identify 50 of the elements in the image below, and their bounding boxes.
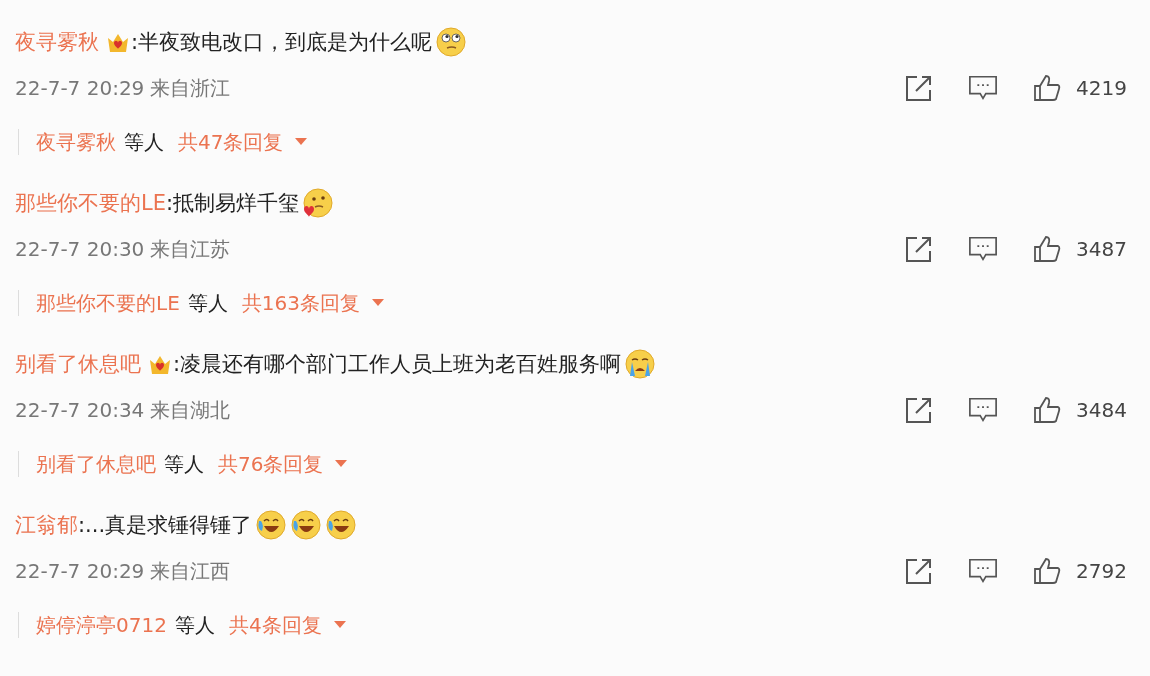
username-link[interactable]: 别看了休息吧: [15, 350, 141, 378]
caret-icon[interactable]: [295, 138, 308, 146]
thumbs-up-icon[interactable]: [1032, 556, 1062, 586]
reply-username-link[interactable]: 婷停渟亭0712: [36, 611, 167, 639]
comment-text: :...真是求锤得锤了: [78, 512, 253, 539]
emoji-laughing-icon: [325, 509, 358, 541]
reply-count-link[interactable]: 共4条回复: [228, 611, 322, 639]
comment-location: 来自浙江: [150, 74, 231, 102]
share-icon[interactable]: [904, 556, 934, 586]
reply-count-link[interactable]: 共76条回复: [218, 450, 324, 478]
caret-icon[interactable]: [335, 460, 348, 468]
emoji-laughing-icon: [255, 509, 288, 541]
reply-label: 等人: [164, 450, 204, 478]
username-link[interactable]: 那些你不要的LE: [15, 189, 166, 217]
emoji-laughing-icon: [290, 509, 323, 541]
caret-icon[interactable]: [333, 621, 346, 629]
emoji-crying-icon: [624, 348, 657, 380]
reply-label: 等人: [174, 611, 215, 639]
reply-count-link[interactable]: 共163条回复: [241, 289, 360, 317]
thumbs-up-icon[interactable]: [1032, 73, 1062, 103]
like-count: 2792: [1076, 559, 1128, 583]
like-count: 4219: [1076, 76, 1128, 100]
reply-label: 等人: [124, 128, 164, 156]
reply-username-link[interactable]: 别看了休息吧: [36, 450, 156, 478]
share-icon[interactable]: [904, 73, 934, 103]
comment-text: :凌晨还有哪个部门工作人员上班为老百姓服务啊: [173, 351, 622, 378]
comment-time: 22-7-7 20:29: [15, 76, 145, 100]
username-link[interactable]: 江翁郁: [15, 511, 78, 539]
comment-location: 来自江西: [150, 557, 231, 585]
reply-username-link[interactable]: 那些你不要的LE: [36, 289, 180, 317]
thumbs-up-icon[interactable]: [1032, 395, 1062, 425]
reply-username-link[interactable]: 夜寻雾秋: [36, 128, 116, 156]
thumbs-up-icon[interactable]: [1032, 234, 1062, 264]
reply-label: 等人: [187, 289, 228, 317]
comment-location: 来自江苏: [150, 235, 231, 263]
username-link[interactable]: 夜寻雾秋: [15, 28, 99, 56]
comment-time: 22-7-7 20:30: [15, 237, 145, 261]
reply-count-link[interactable]: 共47条回复: [178, 128, 284, 156]
comment-location: 来自湖北: [150, 396, 231, 424]
caret-icon[interactable]: [371, 299, 384, 307]
like-count: 3487: [1076, 237, 1128, 261]
like-count: 3484: [1076, 398, 1128, 422]
emoji-face-icon: [302, 187, 335, 219]
share-icon[interactable]: [904, 395, 934, 425]
emoji-face-icon: [435, 26, 468, 58]
comment-time: 22-7-7 20:29: [15, 559, 145, 583]
comment-text: :半夜致电改口，到底是为什么呢: [131, 29, 433, 56]
comment-text: :抵制易烊千玺: [165, 190, 300, 217]
comment-time: 22-7-7 20:34: [15, 398, 145, 422]
share-icon[interactable]: [904, 234, 934, 264]
